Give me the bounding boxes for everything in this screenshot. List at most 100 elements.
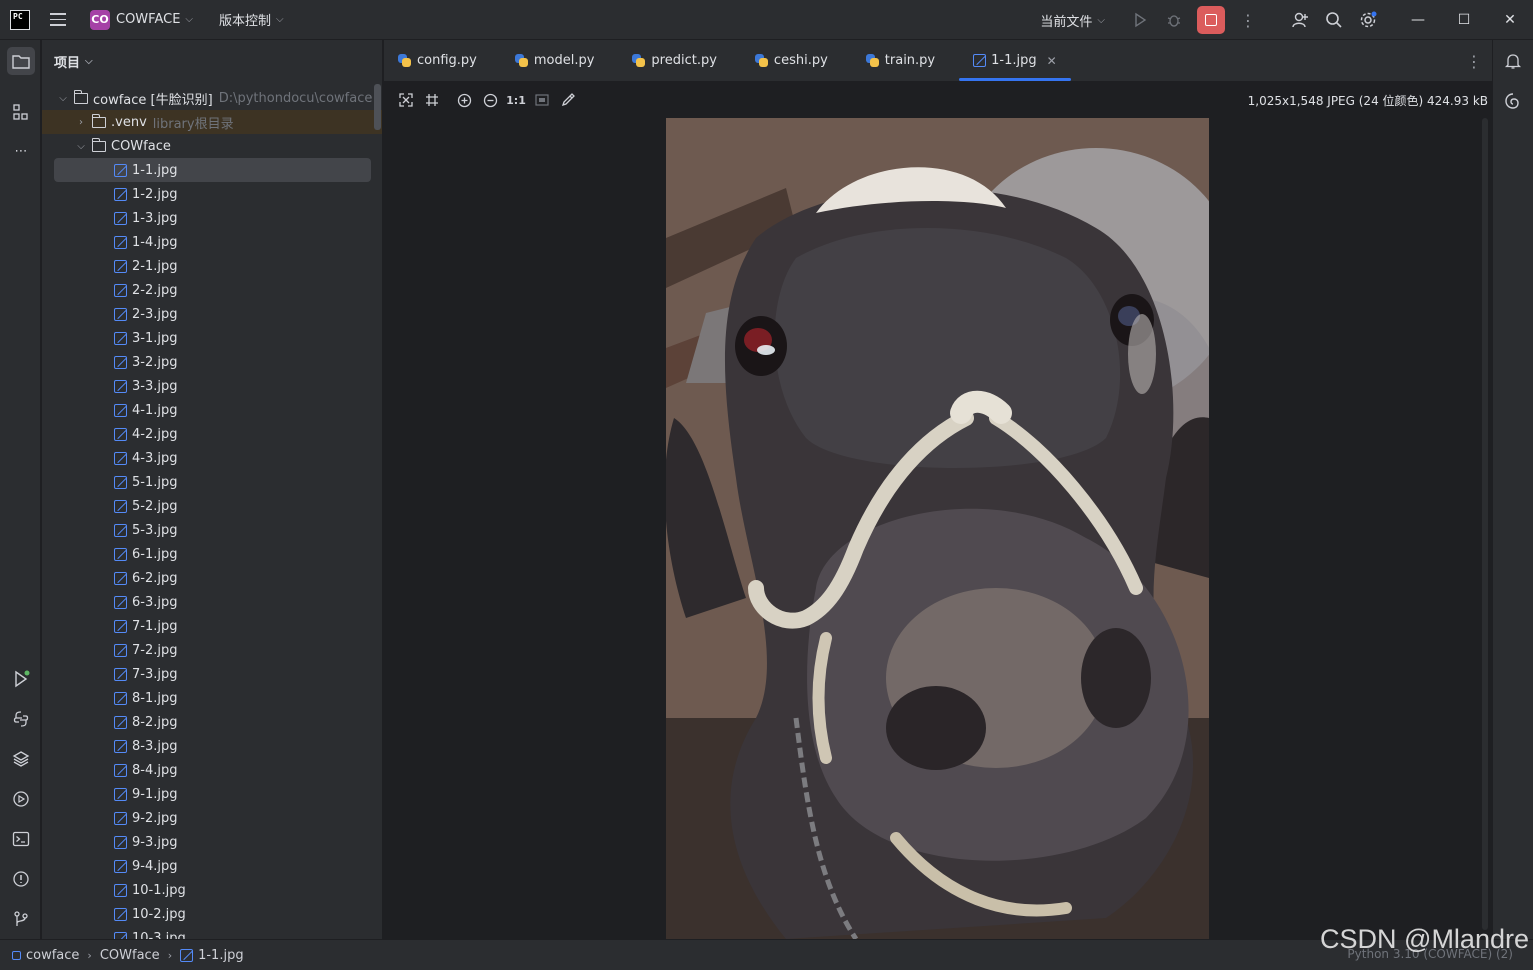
close-tab-icon[interactable]: ✕ <box>1047 54 1057 68</box>
tree-file-item[interactable]: 7-3.jpg <box>42 662 382 686</box>
image-file-icon <box>114 163 127 177</box>
chevron-down-icon[interactable]: ⌵ <box>74 141 88 152</box>
breadcrumb-item[interactable]: cowface <box>12 948 79 963</box>
tree-file-item[interactable]: 8-1.jpg <box>42 686 382 710</box>
editor-area: config.py model.py predict.py ceshi.py train… <box>384 40 1492 939</box>
settings-gear-icon[interactable] <box>1355 7 1381 33</box>
tree-file-item[interactable]: 9-4.jpg <box>42 854 382 878</box>
more-tools-icon[interactable]: ⋯ <box>7 137 35 165</box>
chevron-down-icon: ⌵ <box>276 14 284 25</box>
tree-file-item[interactable]: 4-1.jpg <box>42 398 382 422</box>
tree-file-item[interactable]: 3-3.jpg <box>42 374 382 398</box>
tree-file-item[interactable]: 6-1.jpg <box>42 542 382 566</box>
breadcrumb-item[interactable]: COWface <box>100 948 160 963</box>
image-file-icon <box>114 451 127 465</box>
background-toggle-icon[interactable] <box>532 90 552 110</box>
tree-file-item[interactable]: 8-3.jpg <box>42 734 382 758</box>
python-console-icon[interactable] <box>7 705 35 733</box>
tree-folder-venv[interactable]: › .venv library根目录 <box>42 110 382 134</box>
tree-file-item[interactable]: 7-2.jpg <box>42 638 382 662</box>
tab-label: train.py <box>884 53 936 68</box>
tab-label: ceshi.py <box>773 53 828 68</box>
tree-file-item[interactable]: 3-1.jpg <box>42 326 382 350</box>
stop-button[interactable] <box>1197 6 1225 34</box>
minimize-button[interactable]: — <box>1395 0 1441 40</box>
tree-file-item[interactable]: 8-2.jpg <box>42 710 382 734</box>
tree-file-item[interactable]: 9-3.jpg <box>42 830 382 854</box>
maximize-button[interactable]: ☐ <box>1441 0 1487 40</box>
tree-file-item[interactable]: 9-1.jpg <box>42 782 382 806</box>
git-icon[interactable] <box>7 905 35 933</box>
problems-icon[interactable] <box>7 865 35 893</box>
tree-file-item[interactable]: 7-1.jpg <box>42 614 382 638</box>
tree-file-item[interactable]: 1-2.jpg <box>42 182 382 206</box>
python-packages-icon[interactable] <box>7 745 35 773</box>
tree-file-item[interactable]: 2-1.jpg <box>42 254 382 278</box>
zoom-out-icon[interactable] <box>480 90 500 110</box>
run-configuration-selector[interactable]: 当前文件 ⌵ <box>1034 7 1111 34</box>
tree-file-item[interactable]: 3-2.jpg <box>42 350 382 374</box>
image-file-icon <box>114 547 127 561</box>
tree-file-item[interactable]: 6-2.jpg <box>42 566 382 590</box>
search-icon[interactable] <box>1321 7 1347 33</box>
run-icon[interactable] <box>1127 7 1153 33</box>
tree-file-item[interactable]: 9-2.jpg <box>42 806 382 830</box>
actual-size-button[interactable]: 1:1 <box>506 90 526 110</box>
tree-file-item[interactable]: 5-1.jpg <box>42 470 382 494</box>
tree-root-cowface[interactable]: ⌵ cowface [牛脸识别] D:\pythondocu\cowface <box>42 86 382 110</box>
zoom-in-icon[interactable] <box>454 90 474 110</box>
chevron-right-icon[interactable]: › <box>74 117 88 128</box>
tab-predict-py[interactable]: predict.py <box>618 40 731 81</box>
run-tool-icon[interactable] <box>7 665 35 693</box>
tree-file-item[interactable]: 4-3.jpg <box>42 446 382 470</box>
project-switcher[interactable]: CO COWFACE ⌵ <box>84 6 199 34</box>
tabs-more-icon[interactable]: ⋮ <box>1466 52 1482 71</box>
tab-model-py[interactable]: model.py <box>501 40 609 81</box>
tab-1-1-jpg[interactable]: 1-1.jpg ✕ <box>959 40 1071 81</box>
editor-scrollbar[interactable] <box>1482 118 1488 930</box>
more-actions-icon[interactable]: ⋮ <box>1235 7 1261 33</box>
project-view-selector[interactable]: 项目 ⌵ <box>42 40 382 82</box>
tree-file-item[interactable]: 5-3.jpg <box>42 518 382 542</box>
tree-file-item[interactable]: 2-3.jpg <box>42 302 382 326</box>
tab-train-py[interactable]: train.py <box>852 40 949 81</box>
run-config-label: 当前文件 <box>1040 14 1093 30</box>
tab-config-py[interactable]: config.py <box>384 40 491 81</box>
vcs-menu[interactable]: 版本控制 ⌵ <box>213 6 290 33</box>
tree-file-item[interactable]: 1-3.jpg <box>42 206 382 230</box>
tree-file-item[interactable]: 10-2.jpg <box>42 902 382 926</box>
chevron-down-icon[interactable]: ⌵ <box>56 93 70 104</box>
structure-icon[interactable] <box>7 98 35 126</box>
tree-file-item[interactable]: 4-2.jpg <box>42 422 382 446</box>
main-menu-button[interactable] <box>46 8 70 32</box>
notifications-bell-icon[interactable] <box>1499 47 1527 75</box>
debug-icon[interactable] <box>1161 7 1187 33</box>
tree-file-item[interactable]: 10-1.jpg <box>42 878 382 902</box>
tree-file-item[interactable]: 2-2.jpg <box>42 278 382 302</box>
tree-scrollbar[interactable] <box>374 84 381 130</box>
tree-file-item[interactable]: 6-3.jpg <box>42 590 382 614</box>
ai-assistant-icon[interactable] <box>1499 87 1527 115</box>
tab-ceshi-py[interactable]: ceshi.py <box>741 40 842 81</box>
file-name: 3-1.jpg <box>132 330 178 346</box>
color-picker-icon[interactable] <box>558 90 578 110</box>
folder-name: COWface <box>111 138 171 154</box>
services-icon[interactable] <box>7 785 35 813</box>
terminal-icon[interactable] <box>7 825 35 853</box>
breadcrumb-item[interactable]: 1-1.jpg <box>180 948 244 963</box>
file-name: 10-2.jpg <box>132 906 186 922</box>
tree-file-item[interactable]: 1-1.jpg <box>54 158 371 182</box>
tree-file-item[interactable]: 5-2.jpg <box>42 494 382 518</box>
fit-zoom-icon[interactable] <box>396 90 416 110</box>
tree-file-item[interactable]: 10-3.jpg <box>42 926 382 939</box>
grid-toggle-icon[interactable] <box>422 90 442 110</box>
project-tool-folder-icon[interactable] <box>7 47 35 75</box>
project-badge: CO <box>90 9 110 30</box>
tree-file-item[interactable]: 1-4.jpg <box>42 230 382 254</box>
tree-folder-cowface[interactable]: ⌵ COWface <box>42 134 382 158</box>
close-window-button[interactable]: ✕ <box>1487 0 1533 40</box>
add-user-icon[interactable] <box>1287 7 1313 33</box>
image-file-icon <box>114 787 127 801</box>
tree-file-item[interactable]: 8-4.jpg <box>42 758 382 782</box>
file-name: 1-3.jpg <box>132 210 178 226</box>
